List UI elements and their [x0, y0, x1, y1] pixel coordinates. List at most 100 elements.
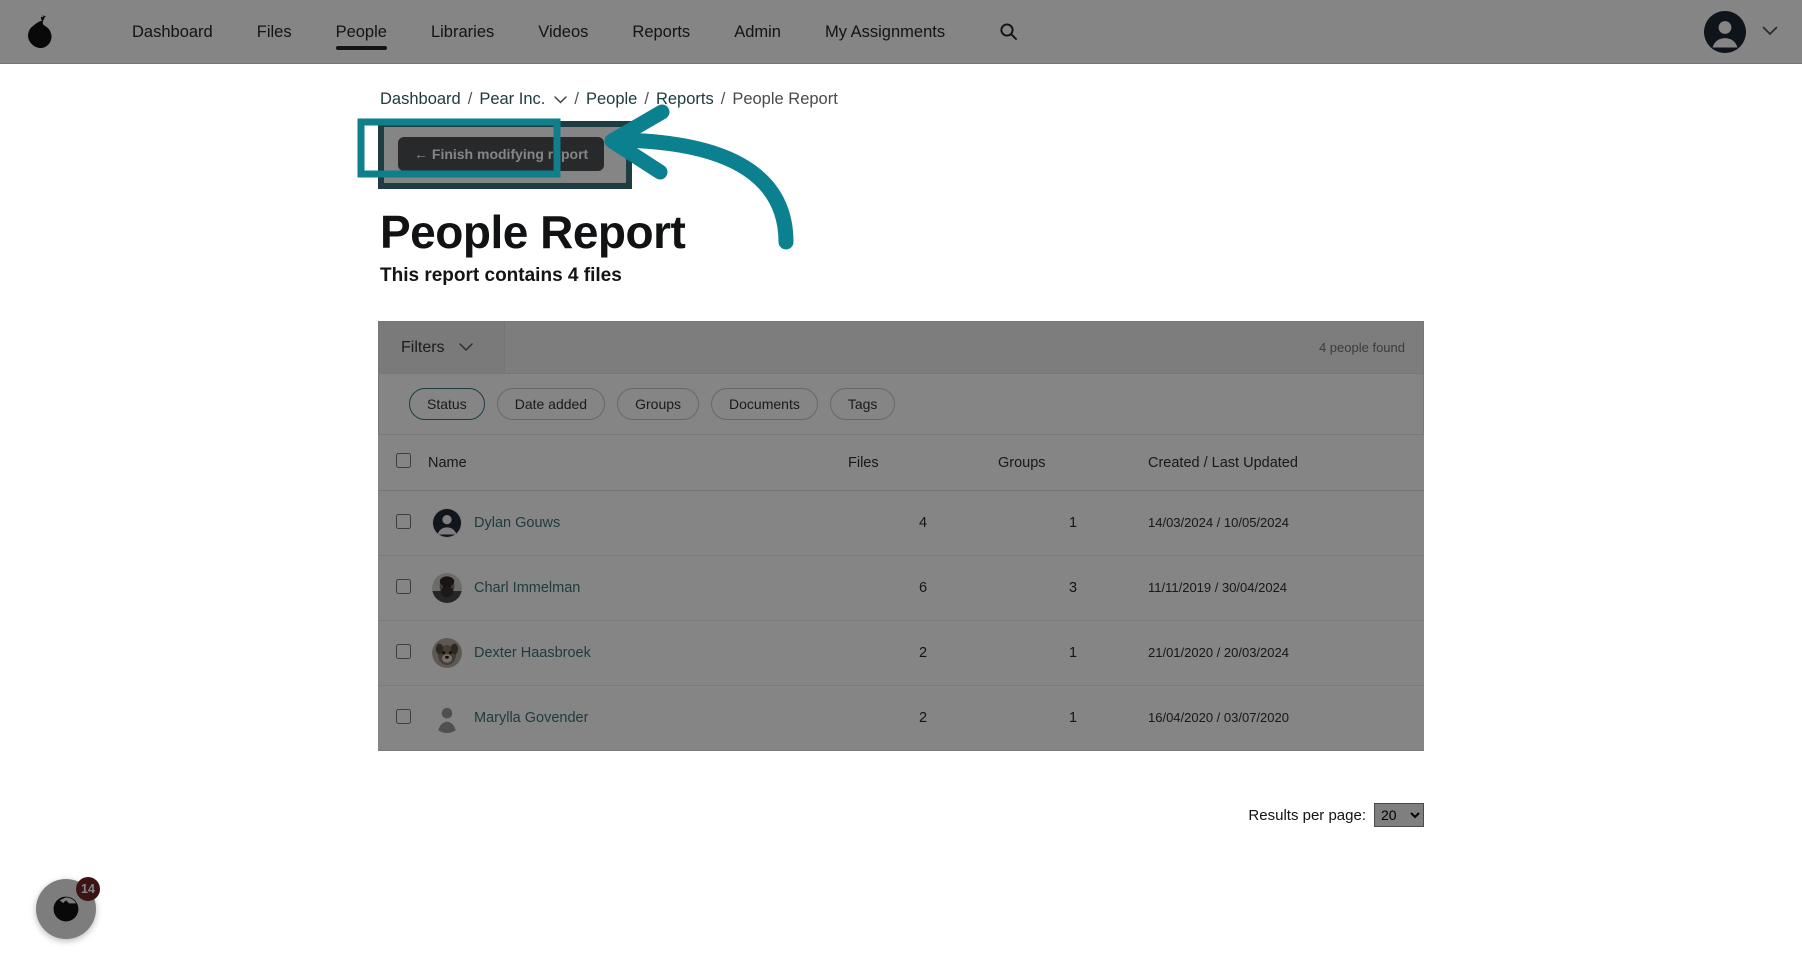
row-groups-count: 1: [998, 685, 1148, 751]
row-checkbox[interactable]: [396, 578, 411, 594]
breadcrumb-item-current: People Report: [732, 90, 838, 108]
row-dates: 16/04/2020 / 03/07/2020: [1148, 685, 1424, 751]
avatar-dark-silhouette: [432, 508, 462, 538]
finish-modifying-report-button[interactable]: ← Finish modifying report: [398, 137, 605, 171]
breadcrumb-item-pear-inc[interactable]: Pear Inc.: [479, 90, 545, 109]
page-title: People Report: [380, 206, 686, 258]
filters-toggle-label: Filters: [401, 338, 445, 356]
avatar-grey-silhouette: [432, 703, 462, 733]
table-head: Name Files Groups Created / Last Updated: [378, 435, 1424, 491]
column-header-groups[interactable]: Groups: [998, 435, 1148, 491]
table-row[interactable]: Dylan Gouws 4 1 14/03/2024 / 10/05/2024: [378, 490, 1424, 556]
table-header-row: Name Files Groups Created / Last Updated: [378, 435, 1424, 491]
row-select-cell: [378, 490, 428, 556]
results-per-page-label: Results per page:: [1248, 806, 1366, 824]
results-per-page: Results per page: 20 50 100: [378, 803, 1424, 827]
row-checkbox[interactable]: [396, 708, 411, 724]
content-column: Dashboard / Pear Inc. / People / Reports…: [378, 90, 1424, 827]
row-groups-count: 3: [998, 555, 1148, 621]
chat-widget-button[interactable]: 14: [36, 877, 100, 939]
person-link[interactable]: Dexter Haasbroek: [474, 645, 591, 661]
filter-chip-date-added[interactable]: Date added: [496, 388, 606, 420]
breadcrumb-separator: /: [574, 90, 579, 108]
row-name-cell: Charl Immelman: [428, 555, 848, 621]
user-avatar-icon[interactable]: [1704, 10, 1746, 53]
filter-chip-documents[interactable]: Documents: [711, 388, 818, 420]
account-area: [1704, 10, 1778, 53]
nav-item-files[interactable]: Files: [235, 0, 314, 64]
row-dates-text: 14/03/2024 / 10/05/2024: [1148, 515, 1289, 530]
page-subtitle: This report contains 4 files: [380, 265, 622, 286]
results-per-page-select[interactable]: 20 50 100: [1374, 803, 1424, 827]
filter-chip-status[interactable]: Status: [409, 388, 485, 420]
filter-chip-tags[interactable]: Tags: [829, 388, 896, 420]
nav-item-libraries[interactable]: Libraries: [409, 0, 516, 64]
person-link[interactable]: Charl Immelman: [474, 580, 580, 596]
row-groups-count: 1: [998, 620, 1148, 686]
select-all-checkbox[interactable]: [396, 453, 411, 468]
row-files-count: 6: [848, 555, 998, 621]
person-link[interactable]: Marylla Govender: [474, 710, 588, 726]
row-select-cell: [378, 685, 428, 751]
column-header-name[interactable]: Name: [428, 435, 848, 491]
results-count-area: 4 people found: [505, 322, 1423, 373]
breadcrumb-item-reports[interactable]: Reports: [656, 90, 714, 109]
row-dates-text: 11/11/2019 / 30/04/2024: [1148, 580, 1288, 595]
nav-item-videos[interactable]: Videos: [516, 0, 610, 64]
people-table: Name Files Groups Created / Last Updated: [378, 435, 1424, 751]
person-link[interactable]: Dylan Gouws: [474, 515, 560, 531]
chevron-down-icon[interactable]: [554, 93, 568, 107]
chevron-down-icon: [458, 341, 473, 355]
row-dates: 21/01/2020 / 20/03/2024: [1148, 620, 1424, 686]
column-header-created-last-updated[interactable]: Created / Last Updated: [1148, 435, 1424, 491]
filter-chip-groups[interactable]: Groups: [617, 388, 700, 420]
filters-bar: Filters 4 people found: [378, 321, 1424, 374]
row-name-cell: Marylla Govender: [428, 685, 848, 751]
row-checkbox[interactable]: [396, 643, 411, 659]
nav-item-admin[interactable]: Admin: [712, 0, 803, 64]
table-body: Dylan Gouws 4 1 14/03/2024 / 10/05/2024: [378, 490, 1424, 751]
row-files-count: 2: [848, 685, 998, 751]
row-select-cell: [378, 555, 428, 621]
breadcrumb-separator: /: [644, 90, 649, 108]
row-dates-text: 16/04/2020 / 03/07/2020: [1148, 710, 1289, 725]
filters-toggle[interactable]: Filters: [379, 322, 505, 373]
filters-panel: Filters 4 people found Status Date added: [378, 321, 1424, 435]
row-select-cell: [378, 620, 428, 686]
breadcrumb-separator: /: [720, 90, 726, 108]
breadcrumb-item-people[interactable]: People: [586, 90, 637, 109]
page-body: Dashboard / Pear Inc. / People / Reports…: [0, 64, 1802, 827]
row-dates: 14/03/2024 / 10/05/2024: [1148, 490, 1424, 556]
app-root: Dashboard Files People Libraries Videos …: [0, 0, 1802, 967]
column-header-files[interactable]: Files: [848, 435, 998, 491]
select-all-header: [378, 435, 428, 491]
chat-logo-icon: [50, 893, 82, 925]
chat-unread-badge: 14: [76, 877, 100, 901]
row-dates: 11/11/2019 / 30/04/2024: [1148, 555, 1424, 621]
nav-item-dashboard[interactable]: Dashboard: [110, 0, 235, 64]
results-count: 4 people found: [1318, 340, 1405, 355]
table-row[interactable]: Charl Immelman 6 3 11/11/2019 / 30/04/20…: [378, 555, 1424, 621]
row-files-count: 2: [848, 620, 998, 686]
table-row[interactable]: Dexter Haasbroek 2 1 21/01/2020 / 20/03/…: [378, 620, 1424, 686]
nav-item-reports[interactable]: Reports: [610, 0, 712, 64]
avatar-photo-bearded-man: [432, 573, 462, 603]
breadcrumb-separator: /: [467, 90, 473, 108]
row-name-cell: Dexter Haasbroek: [428, 620, 848, 686]
highlight-box: ← Finish modifying report: [378, 121, 633, 189]
nav-item-my-assignments[interactable]: My Assignments: [803, 0, 967, 64]
breadcrumb-item-dashboard[interactable]: Dashboard: [380, 90, 461, 109]
table-row[interactable]: Marylla Govender 2 1 16/04/2020 / 03/07/…: [378, 685, 1424, 751]
nav-item-people[interactable]: People: [314, 0, 409, 64]
breadcrumb: Dashboard / Pear Inc. / People / Reports…: [378, 90, 1424, 109]
top-navigation-bar: Dashboard Files People Libraries Videos …: [0, 0, 1802, 64]
pear-logo-icon[interactable]: [22, 12, 56, 52]
row-name-cell: Dylan Gouws: [428, 490, 848, 556]
row-checkbox[interactable]: [396, 513, 411, 529]
avatar-photo-dog: [432, 638, 462, 668]
search-icon[interactable]: [995, 19, 1021, 45]
row-groups-count: 1: [998, 490, 1148, 556]
filter-chip-row: Status Date added Groups Documents Tags: [378, 374, 1424, 435]
chevron-down-icon[interactable]: [1762, 23, 1778, 40]
row-dates-text: 21/01/2020 / 20/03/2024: [1148, 645, 1289, 660]
